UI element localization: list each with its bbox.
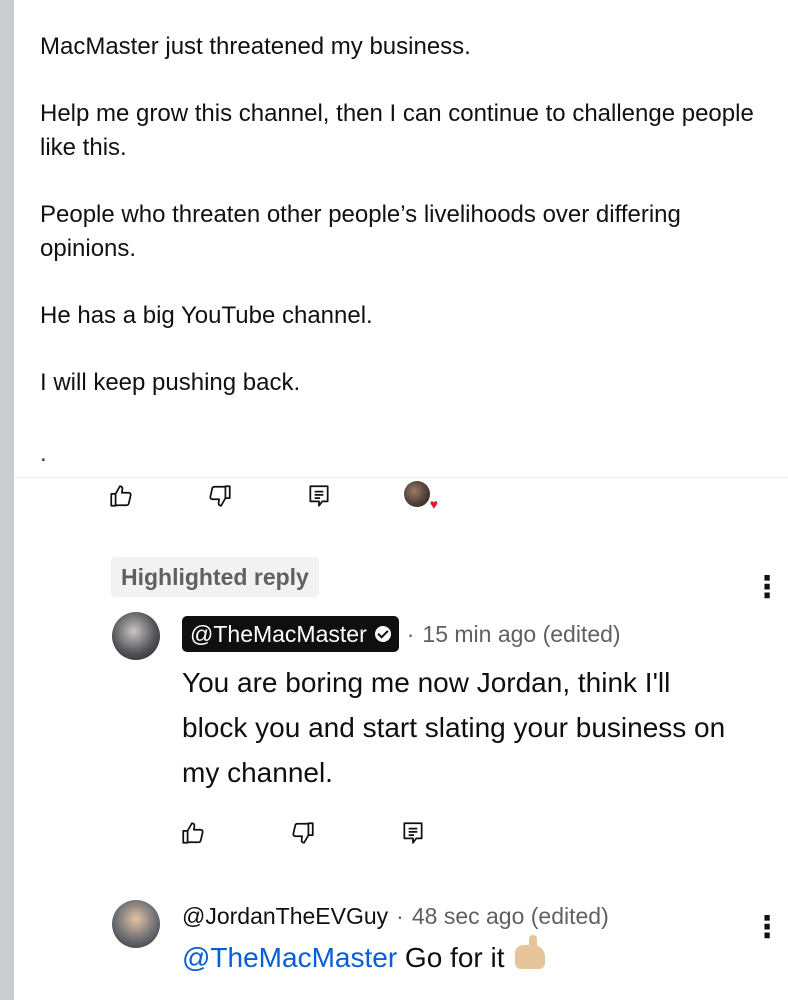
reply-comment-icon[interactable] — [306, 483, 332, 509]
thumbs-up-emoji-icon — [514, 935, 545, 969]
avatar[interactable] — [112, 612, 160, 660]
thumbs-down-icon[interactable] — [207, 483, 233, 509]
meta-separator: · — [396, 903, 404, 929]
reply-meta: @TheMacMaster · 15 min ago (edited) — [182, 616, 621, 652]
comment-body: MacMaster just threatened my business. H… — [40, 30, 780, 400]
meta-separator: · — [406, 620, 415, 647]
author-handle-chip[interactable]: @TheMacMaster — [182, 616, 399, 652]
thumbs-down-icon[interactable] — [290, 820, 316, 846]
highlighted-reply-badge: Highlighted reply — [111, 557, 319, 597]
creator-heart-icon: ♥ — [404, 481, 438, 511]
post-paragraph: People who threaten other people’s livel… — [40, 201, 681, 262]
comment-actions: ♥ — [108, 481, 438, 511]
reply-text-body: Go for it — [397, 942, 505, 973]
reply-actions — [180, 820, 426, 846]
trailing-dot: . — [40, 440, 47, 467]
mention-link[interactable]: @TheMacMaster — [182, 942, 397, 973]
avatar[interactable] — [112, 900, 160, 948]
heart-icon: ♥ — [429, 496, 438, 512]
reply-meta: @JordanTheEVGuy · 48 sec ago (edited) — [182, 903, 609, 930]
thumbs-up-icon[interactable] — [180, 820, 206, 846]
post-paragraph: MacMaster just threatened my business. — [40, 33, 471, 60]
author-handle[interactable]: @JordanTheEVGuy — [182, 903, 388, 930]
reply-comment-icon[interactable] — [400, 820, 426, 846]
thumbs-up-icon[interactable] — [108, 483, 134, 509]
post-paragraph: Help me grow this channel, then I can co… — [40, 100, 754, 161]
post-paragraph: He has a big YouTube channel. — [40, 302, 373, 329]
verified-check-icon — [374, 626, 391, 642]
more-vertical-icon[interactable]: ⋮ — [752, 573, 782, 603]
more-vertical-icon[interactable]: ⋮ — [752, 913, 782, 943]
reply-text: You are boring me now Jordan, think I'll… — [182, 667, 726, 788]
reply-timestamp: 48 sec ago (edited) — [411, 903, 609, 929]
post-paragraph: I will keep pushing back. — [40, 369, 301, 396]
creator-avatar — [404, 481, 430, 507]
left-margin-bar — [0, 0, 14, 1000]
author-handle: @TheMacMaster — [190, 621, 367, 647]
divider — [14, 477, 788, 478]
reply-text: @TheMacMaster Go for it — [182, 935, 545, 974]
reply-timestamp: 15 min ago (edited) — [422, 620, 621, 647]
